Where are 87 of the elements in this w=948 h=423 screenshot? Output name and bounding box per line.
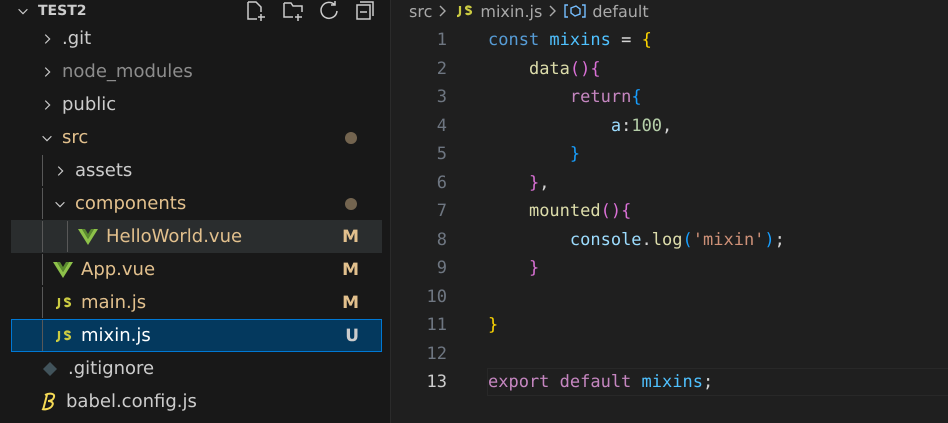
file-tree-item[interactable]: mixin.js U [11, 319, 382, 352]
code-token: mixins [549, 30, 611, 50]
js-file-icon [53, 328, 73, 344]
code-token: , [662, 116, 672, 136]
file-tree-item[interactable]: main.js M [11, 286, 382, 319]
file-tree-item[interactable]: src [11, 121, 382, 154]
code-token: . [642, 230, 652, 250]
git-status: U [345, 326, 359, 346]
vue-logo-icon [53, 262, 73, 278]
code-token: = [621, 30, 632, 50]
line-number: 5 [436, 144, 447, 164]
explorer-title: TEST2 [38, 3, 88, 19]
file-tree-item[interactable]: node_modules [11, 55, 382, 88]
code-token: } [528, 258, 540, 278]
git-status: M [342, 260, 359, 280]
code-token: ; [774, 230, 785, 250]
code-token: log [652, 230, 683, 250]
file-name: mixin.js [81, 325, 152, 346]
file-name: public [62, 94, 118, 115]
code-token: , [539, 172, 550, 193]
code-token: ( [682, 230, 693, 250]
file-tree-item[interactable]: public [11, 88, 382, 121]
git-status: M [342, 226, 359, 246]
code-token: data [528, 58, 570, 79]
line-number: 10 [426, 286, 447, 307]
file-name: App.vue [81, 259, 156, 280]
chevron-right-icon [438, 4, 448, 18]
babel-b-icon [40, 392, 58, 412]
file-tree-item[interactable]: App.vue M [11, 253, 382, 286]
js-file-icon [454, 3, 474, 19]
breadcrumb-item[interactable]: default [592, 2, 649, 20]
code-token: a [610, 116, 622, 136]
breadcrumb-item[interactable]: mixin.js [480, 2, 542, 20]
file-tree-item[interactable]: assets [11, 154, 382, 187]
chevron-right-icon [548, 4, 558, 18]
file-tree-item[interactable]: babel.config.js [11, 385, 382, 418]
line-number: 9 [436, 258, 447, 278]
file-name: assets [75, 160, 134, 181]
line-number: 1 [436, 30, 447, 50]
line-number: 12 [426, 344, 447, 364]
file-name: HelloWorld.vue [106, 226, 244, 247]
line-number: 6 [436, 172, 447, 193]
collapse-all-icon[interactable] [354, 0, 376, 22]
line-number: 2 [436, 58, 447, 79]
symbol-variable-icon [564, 3, 586, 19]
line-number: 4 [436, 116, 447, 136]
breadcrumb-item[interactable]: src [409, 2, 432, 20]
code-token: 100 [631, 116, 662, 136]
file-tree-item[interactable]: .gitignore [11, 352, 382, 385]
refresh-icon[interactable] [318, 0, 340, 22]
code-token: : [621, 116, 632, 136]
code-token: (){ [600, 201, 632, 222]
code-token: mixins [642, 372, 703, 392]
file-name: babel.config.js [66, 391, 198, 412]
js-file-icon [53, 294, 73, 310]
code-token: ; [702, 372, 714, 392]
code-token: { [631, 87, 642, 108]
file-tree-item[interactable]: .git [11, 22, 382, 55]
vue-logo-icon [78, 228, 98, 244]
code-token: export default [488, 372, 632, 392]
file-name: node_modules [62, 61, 194, 82]
code-token: mounted [528, 201, 601, 222]
code-token: return [570, 87, 632, 108]
new-folder-icon[interactable] [282, 0, 304, 22]
git-status: M [342, 292, 359, 312]
new-file-icon[interactable] [246, 0, 268, 22]
file-name: src [62, 127, 90, 148]
code-token: const [488, 30, 540, 50]
file-name: .gitignore [68, 358, 156, 379]
line-number: 3 [436, 87, 447, 108]
code-token: } [570, 144, 580, 164]
line-number: 13 [426, 372, 447, 392]
code-token: ) [764, 230, 775, 250]
code-token: { [642, 30, 652, 50]
code-token: (){ [570, 58, 601, 79]
file-tree-item[interactable]: components [11, 187, 382, 220]
code-token: } [488, 315, 498, 336]
code-token: console [570, 230, 642, 250]
line-number: 8 [436, 230, 447, 250]
line-number: 11 [426, 315, 447, 336]
file-name: main.js [81, 292, 148, 313]
code-token: } [528, 172, 540, 193]
file-name: components [75, 193, 188, 214]
file-name: .git [62, 28, 92, 49]
line-number: 7 [436, 201, 447, 222]
file-tree-item[interactable]: HelloWorld.vue M [11, 220, 382, 253]
code-token: 'mixin' [692, 230, 764, 250]
